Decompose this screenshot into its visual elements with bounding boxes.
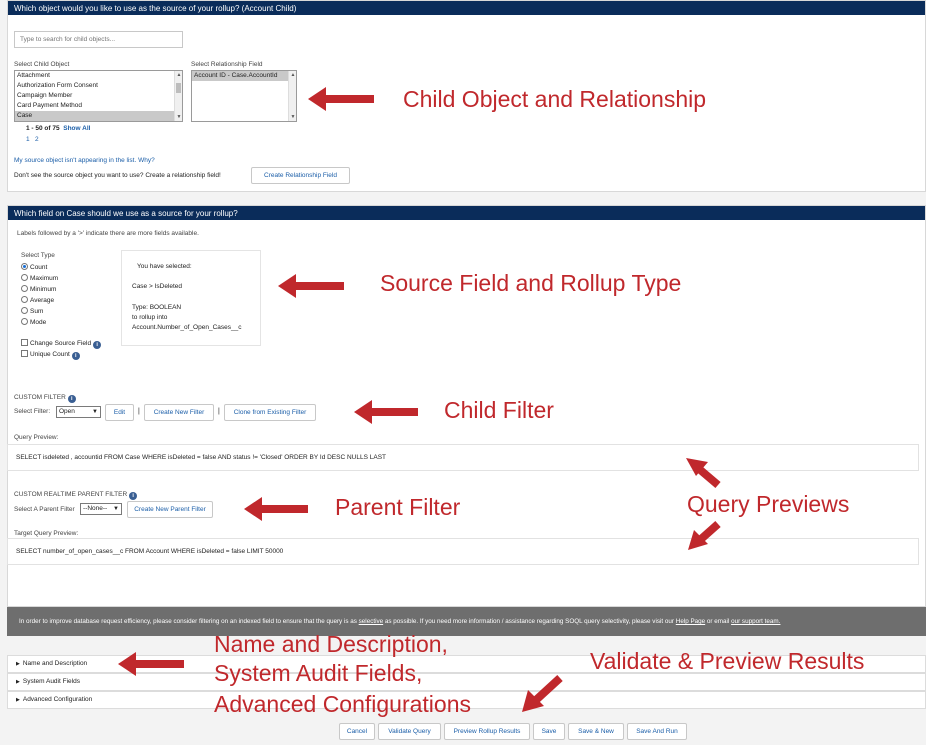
edit-filter-button[interactable]: Edit <box>105 404 134 421</box>
checkbox-icon[interactable] <box>21 350 28 357</box>
child-object-option[interactable]: Authorization Form Consent <box>15 81 182 91</box>
clone-filter-button[interactable]: Clone from Existing Filter <box>224 404 316 421</box>
annotation-name-desc-line3: Advanced Configurations <box>214 691 471 717</box>
selective-link[interactable]: selective <box>359 618 384 625</box>
annotation-child-object: Child Object and Relationship <box>403 86 707 112</box>
type-radio-mode[interactable]: Mode <box>21 317 58 328</box>
selected-path: Case > IsDeleted <box>132 283 183 290</box>
annotation-validate-preview: Validate & Preview Results <box>590 648 865 674</box>
more-fields-hint: Labels followed by a '>' indicate there … <box>17 230 199 237</box>
support-team-link[interactable]: our support team. <box>731 618 780 625</box>
triangle-right-icon: ▶ <box>16 679 20 685</box>
radio-icon[interactable] <box>21 307 28 314</box>
filter-separator: | <box>138 408 140 415</box>
source-object-header: Which object would you like to use as th… <box>8 1 925 15</box>
source-field-header: Which field on Case should we use as a s… <box>8 206 925 220</box>
child-object-label: Select Child Object <box>14 61 70 68</box>
annotation-source-field: Source Field and Rollup Type <box>380 270 682 296</box>
accordion-system-audit[interactable]: ▶ System Audit Fields <box>7 673 926 691</box>
annotation-child-filter: Child Filter <box>444 397 554 423</box>
filter-select[interactable]: Open ▼ <box>56 406 101 418</box>
pagination-pages: 1 2 <box>26 136 39 143</box>
radio-icon[interactable] <box>21 318 28 325</box>
selected-target: Account.Number_of_Open_Cases__c <box>132 324 242 331</box>
create-relationship-button[interactable]: Create Relationship Field <box>251 167 350 184</box>
child-object-search-input[interactable] <box>14 31 183 48</box>
filter-separator: | <box>218 408 220 415</box>
page-link-2[interactable]: 2 <box>35 136 39 143</box>
info-icon[interactable]: i <box>71 352 80 360</box>
pagination-count: 1 - 50 of 75 <box>26 125 60 132</box>
scroll-down-icon[interactable]: ▼ <box>289 113 296 121</box>
chevron-down-icon: ▼ <box>92 409 98 415</box>
relationship-field-label: Select Relationship Field <box>191 61 263 68</box>
child-object-option[interactable]: Campaign Member <box>15 91 182 101</box>
missing-source-link[interactable]: My source object isn't appearing in the … <box>14 157 155 164</box>
change-source-field-checkbox[interactable]: Change Source Field i <box>21 339 102 349</box>
child-object-scrollbar[interactable]: ▲ ▼ <box>174 71 182 121</box>
selectivity-notice: In order to improve database request eff… <box>7 607 926 636</box>
page-link-1[interactable]: 1 <box>26 136 30 143</box>
child-object-option[interactable]: Attachment <box>15 71 182 81</box>
type-radio-sum[interactable]: Sum <box>21 306 58 317</box>
custom-filter-label: CUSTOM FILTER i <box>14 394 76 403</box>
relationship-field-option[interactable]: Account ID - Case.AccountId <box>192 71 296 81</box>
target-query-label: Target Query Preview: <box>14 530 79 537</box>
annotation-query-previews: Query Previews <box>687 491 850 517</box>
select-type-label: Select Type <box>21 252 55 259</box>
create-parent-filter-button[interactable]: Create New Parent Filter <box>127 501 213 518</box>
query-preview-label: Query Preview: <box>14 434 59 441</box>
type-radio-count[interactable]: Count <box>21 262 58 273</box>
type-radio-maximum[interactable]: Maximum <box>21 273 58 284</box>
scroll-up-icon[interactable]: ▲ <box>289 71 296 79</box>
triangle-right-icon: ▶ <box>16 697 20 703</box>
type-radio-minimum[interactable]: Minimum <box>21 284 58 295</box>
preview-rollup-results-button[interactable]: Preview Rollup Results <box>444 723 530 740</box>
checkbox-icon[interactable] <box>21 339 28 346</box>
save-button[interactable]: Save <box>533 723 565 740</box>
save-and-new-button[interactable]: Save & New <box>568 723 624 740</box>
pagination-info: 1 - 50 of 75 Show All <box>26 125 90 132</box>
triangle-right-icon: ▶ <box>16 661 20 667</box>
selected-rollup-into: to rollup into <box>132 314 168 321</box>
info-icon[interactable]: i <box>129 492 138 500</box>
help-page-link[interactable]: Help Page <box>676 618 705 625</box>
selected-title: You have selected: <box>137 263 192 270</box>
scroll-up-icon[interactable]: ▲ <box>175 71 182 79</box>
selected-type: Type: BOOLEAN <box>132 304 182 311</box>
info-icon[interactable]: i <box>93 341 102 349</box>
cancel-button[interactable]: Cancel <box>339 723 375 740</box>
annotation-name-desc-line2: System Audit Fields, <box>214 660 423 686</box>
create-relationship-prompt: Don't see the source object you want to … <box>14 172 221 179</box>
relationship-scrollbar[interactable]: ▲ ▼ <box>288 71 296 121</box>
save-and-run-button[interactable]: Save And Run <box>627 723 687 740</box>
child-object-listbox[interactable]: Attachment Authorization Form Consent Ca… <box>14 70 183 122</box>
unique-count-checkbox[interactable]: Unique Count i <box>21 350 80 360</box>
target-query-preview-box: SELECT number_of_open_cases__c FROM Acco… <box>7 538 919 565</box>
validate-query-button[interactable]: Validate Query <box>378 723 441 740</box>
child-object-option[interactable]: Card Payment Method <box>15 101 182 111</box>
selected-field-summary: You have selected: Case > IsDeleted Type… <box>121 250 261 346</box>
radio-icon[interactable] <box>21 296 28 303</box>
annotation-parent-filter: Parent Filter <box>335 494 461 520</box>
type-radio-average[interactable]: Average <box>21 295 58 306</box>
show-all-link[interactable]: Show All <box>63 125 90 132</box>
relationship-field-listbox[interactable]: Account ID - Case.AccountId ▲ ▼ <box>191 70 297 122</box>
scroll-down-icon[interactable]: ▼ <box>175 113 182 121</box>
select-parent-filter-label: Select A Parent Filter <box>14 506 75 513</box>
radio-icon[interactable] <box>21 274 28 281</box>
child-object-option-selected[interactable]: Case <box>15 111 182 121</box>
chevron-down-icon: ▼ <box>113 506 119 512</box>
parent-filter-select[interactable]: --None-- ▼ <box>80 503 122 515</box>
radio-icon[interactable] <box>21 285 28 292</box>
create-filter-button[interactable]: Create New Filter <box>144 404 214 421</box>
parent-filter-label: CUSTOM REALTIME PARENT FILTER i <box>14 491 138 500</box>
radio-selected-icon[interactable] <box>21 263 28 270</box>
info-icon[interactable]: i <box>67 395 76 403</box>
query-preview-box: SELECT isdeleted , accountid FROM Case W… <box>7 444 919 471</box>
annotation-name-desc-line1: Name and Description, <box>214 631 448 657</box>
select-filter-label: Select Filter: <box>14 408 51 415</box>
scroll-thumb[interactable] <box>176 83 181 93</box>
rollup-type-radio-group: Count Maximum Minimum Average Sum Mode <box>21 262 58 328</box>
